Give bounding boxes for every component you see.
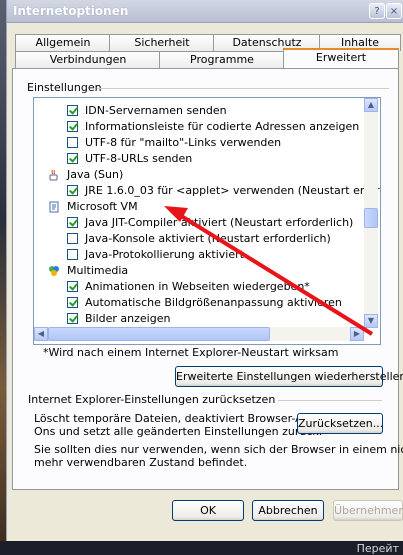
annotation-arrow [164,206,374,336]
